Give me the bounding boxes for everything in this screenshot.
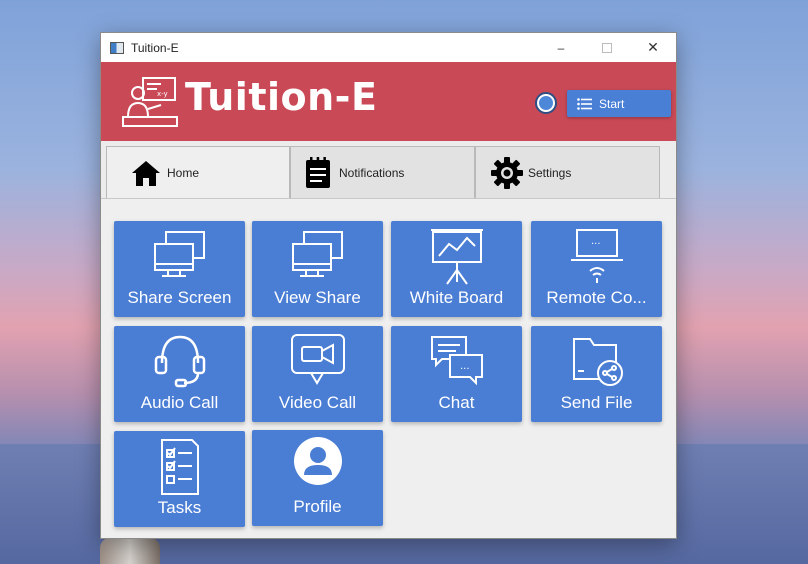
svg-text:...: ... <box>460 361 470 372</box>
audio-call-label: Audio Call <box>140 393 219 412</box>
desktop-rock <box>100 538 160 564</box>
home-tiles-panel: Share Screen View Share White Board ... … <box>101 198 676 538</box>
gear-icon <box>490 156 524 190</box>
window-title: Tuition-E <box>131 40 179 55</box>
chat-label: Chat <box>438 393 475 412</box>
profile-tile[interactable]: Profile <box>252 430 383 526</box>
profile-label: Profile <box>293 497 342 516</box>
screens-icon <box>291 231 343 277</box>
list-icon <box>577 97 592 110</box>
checklist-icon <box>160 439 199 495</box>
user-avatar-icon <box>293 437 342 485</box>
app-window: Tuition-E – ✕ x-y Tuition-E Start Home N… <box>100 32 677 539</box>
view-share-label: View Share <box>274 288 361 307</box>
svg-text:...: ... <box>591 236 601 247</box>
white-board-tile[interactable]: White Board <box>391 221 522 317</box>
chat-bubbles-icon: ... <box>430 336 483 386</box>
svg-text:x-y: x-y <box>157 90 168 98</box>
audio-call-tile[interactable]: Audio Call <box>114 326 245 422</box>
compass-icon[interactable] <box>535 92 557 114</box>
share-screen-label: Share Screen <box>127 288 232 307</box>
maximize-button[interactable] <box>584 33 630 62</box>
notepad-icon <box>301 156 335 190</box>
start-button[interactable]: Start <box>567 90 671 117</box>
video-call-tile[interactable]: Video Call <box>252 326 383 422</box>
tasks-label: Tasks <box>157 498 202 517</box>
chat-tile[interactable]: ... Chat <box>391 326 522 422</box>
tab-settings-label: Settings <box>528 165 572 180</box>
screens-icon <box>153 231 205 277</box>
teacher-board-logo-icon: x-y <box>122 77 178 127</box>
maximize-icon <box>602 42 612 53</box>
white-board-label: White Board <box>409 288 504 307</box>
minimize-button[interactable]: – <box>538 33 584 62</box>
tab-notifications[interactable]: Notifications <box>290 146 475 198</box>
whiteboard-icon <box>430 229 483 285</box>
remote-laptop-icon: ... <box>570 229 623 283</box>
remote-control-label: Remote Co... <box>546 288 647 307</box>
app-window-icon <box>110 41 124 54</box>
send-file-tile[interactable]: Send File <box>531 326 662 422</box>
close-button[interactable]: ✕ <box>630 33 676 62</box>
tab-bar: Home Notifications Settings <box>101 146 676 199</box>
tab-notifications-label: Notifications <box>339 165 405 180</box>
tab-settings[interactable]: Settings <box>475 146 660 198</box>
title-bar[interactable]: Tuition-E – ✕ <box>101 33 676 62</box>
headset-icon <box>154 335 205 388</box>
remote-control-tile[interactable]: ... Remote Co... <box>531 221 662 317</box>
start-button-label: Start <box>599 96 625 111</box>
view-share-tile[interactable]: View Share <box>252 221 383 317</box>
tasks-tile[interactable]: Tasks <box>114 431 245 527</box>
tab-home[interactable]: Home <box>106 146 290 199</box>
share-screen-tile[interactable]: Share Screen <box>114 221 245 317</box>
folder-share-icon <box>572 338 623 386</box>
tab-home-label: Home <box>167 166 200 180</box>
app-header: x-y Tuition-E Start <box>101 62 676 141</box>
send-file-label: Send File <box>560 393 633 412</box>
home-icon <box>129 156 163 190</box>
video-call-label: Video Call <box>278 393 357 412</box>
video-call-icon <box>290 334 345 385</box>
brand-title: Tuition-E <box>185 75 378 119</box>
